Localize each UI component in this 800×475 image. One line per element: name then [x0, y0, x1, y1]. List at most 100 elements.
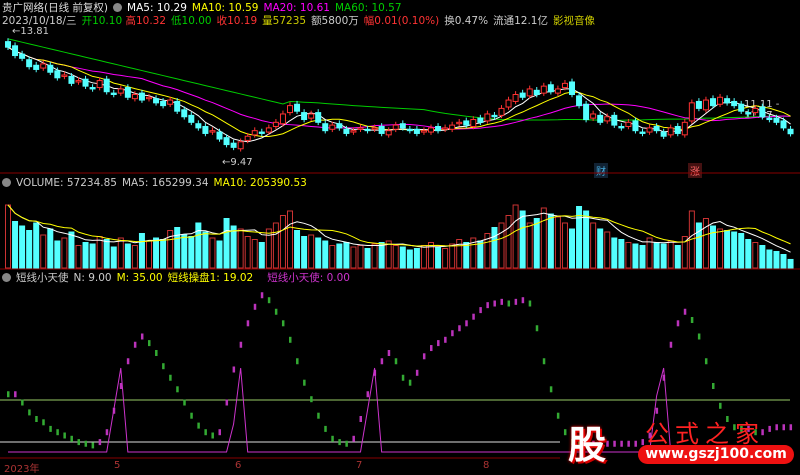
candle — [265, 127, 272, 133]
angel-mark — [148, 340, 151, 347]
candle — [576, 95, 583, 107]
angel-mark — [542, 358, 546, 365]
angel-mark — [98, 439, 102, 446]
candle — [498, 107, 505, 116]
volume-bar — [279, 215, 286, 269]
volume-bar — [315, 237, 322, 269]
angel-mark — [63, 432, 66, 439]
candle — [202, 125, 209, 134]
watermark-logo: 股 公式之家 www.gszj100.com — [560, 412, 800, 470]
angel-mark — [169, 374, 172, 381]
angel-mark — [281, 320, 285, 327]
chart-canvas[interactable] — [0, 0, 800, 472]
volume-bar — [667, 240, 674, 269]
angel-mark — [84, 440, 88, 447]
volume-bar — [463, 242, 470, 269]
volume-bar — [604, 231, 611, 269]
volume-bar — [717, 228, 724, 269]
volume-bar — [773, 251, 780, 269]
logo-url: www.gszj100.com — [638, 445, 794, 464]
candle — [272, 121, 279, 127]
volume-bar — [294, 230, 301, 269]
volume-bar — [195, 222, 202, 269]
angel-mark — [14, 391, 17, 398]
volume-bar — [526, 222, 533, 269]
candle — [343, 128, 350, 134]
volume-bar — [336, 243, 343, 269]
angel-mark — [719, 402, 722, 409]
candle — [216, 131, 223, 140]
candle — [385, 130, 392, 136]
angel-mark — [408, 379, 412, 386]
candle — [463, 120, 470, 126]
angel-mark — [239, 341, 243, 348]
angel-mark — [35, 416, 38, 422]
volume-bar — [413, 248, 420, 269]
volume-bar — [110, 246, 117, 269]
candle — [329, 124, 336, 130]
angel-mark — [549, 386, 553, 393]
angel-mark — [444, 336, 447, 343]
volume-bar — [153, 237, 160, 269]
candle — [625, 121, 632, 127]
volume-bar — [477, 240, 484, 269]
volume-bar — [639, 245, 646, 269]
volume-bar — [146, 240, 152, 269]
volume-bar — [12, 221, 19, 269]
volume-bar — [632, 243, 639, 269]
x-tick: 8 — [483, 460, 490, 471]
angel-mark — [472, 313, 475, 320]
candle — [251, 130, 258, 136]
angel-mark — [422, 353, 426, 360]
candle — [209, 130, 216, 133]
candle — [710, 98, 716, 107]
candle — [583, 103, 590, 121]
candle — [378, 125, 385, 134]
angel-mark — [359, 416, 362, 422]
candle — [308, 113, 315, 119]
candle — [787, 128, 794, 135]
volume-bar — [399, 246, 406, 269]
candle — [279, 113, 286, 125]
angel-mark — [197, 422, 200, 429]
angel-mark — [317, 412, 320, 419]
angel-mark — [140, 333, 144, 340]
angel-mark — [133, 341, 137, 348]
volume-bar — [47, 228, 54, 269]
candle — [759, 106, 766, 118]
angel-mark — [260, 292, 264, 299]
candle — [695, 100, 702, 109]
candle — [336, 123, 343, 129]
angel-mark — [77, 439, 80, 446]
candle — [153, 98, 160, 104]
volume-bar — [561, 222, 568, 269]
candle — [364, 128, 371, 132]
volume-bar — [731, 231, 738, 269]
angel-mark — [218, 429, 221, 436]
angel-mark — [479, 307, 482, 314]
angel-mark — [683, 308, 687, 315]
volume-bar — [569, 228, 575, 269]
candle — [512, 93, 519, 102]
volume-bar — [540, 207, 547, 269]
candle — [5, 41, 11, 48]
candle — [674, 125, 681, 134]
candle — [533, 89, 540, 95]
angel-mark — [7, 391, 10, 398]
candle — [230, 142, 237, 148]
candle — [301, 112, 308, 121]
candle — [399, 123, 406, 129]
volume-bar — [357, 245, 364, 269]
candle — [428, 127, 434, 133]
volume-bar — [498, 222, 505, 269]
ma60-line — [7, 38, 791, 121]
candle — [611, 114, 618, 126]
x-tick: 5 — [114, 460, 121, 471]
angel-mark — [690, 317, 694, 323]
candle — [456, 121, 463, 125]
angel-mark — [232, 366, 236, 373]
candle — [590, 113, 597, 119]
volume-bar — [780, 254, 787, 269]
volume-bar — [512, 204, 519, 269]
volume-bar — [308, 234, 315, 269]
